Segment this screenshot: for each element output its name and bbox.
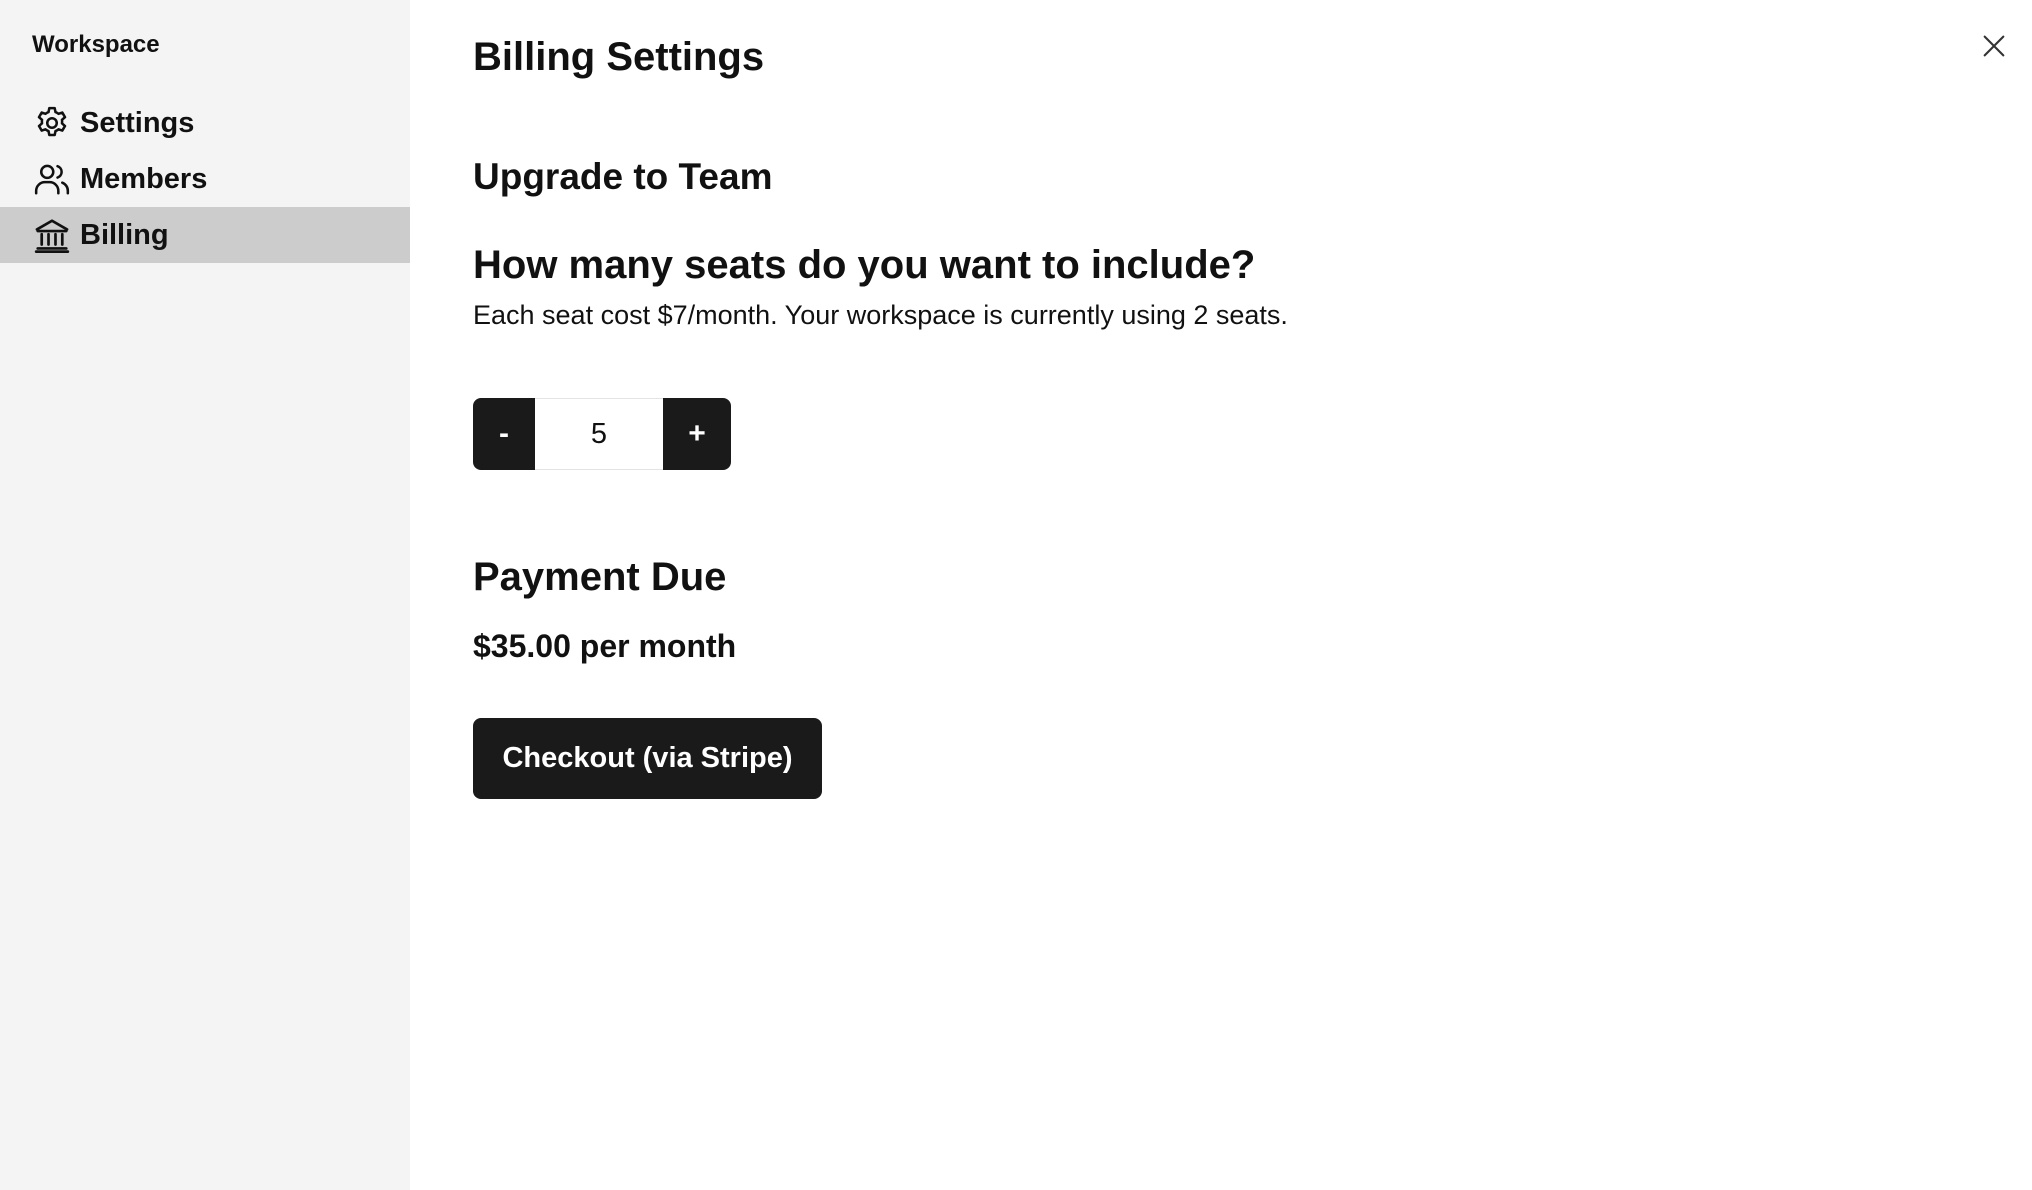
payment-due-title: Payment Due [473,555,727,599]
sidebar-item-label: Settings [80,107,195,139]
sidebar-item-billing[interactable]: Billing [0,207,410,263]
page-title: Billing Settings [473,35,765,79]
seats-stepper: - + [473,398,731,470]
workspace-label: Workspace [32,31,160,58]
bank-icon [32,215,72,255]
app-root: Workspace Settings Members Billing Billi… [0,0,2032,1190]
seats-question: How many seats do you want to include? [473,243,1256,287]
seats-input[interactable] [535,398,663,470]
seats-description: Each seat cost $7/month. Your workspace … [473,300,1288,330]
checkout-button[interactable]: Checkout (via Stripe) [473,718,822,799]
increment-seats-button[interactable]: + [663,398,731,470]
sidebar: Workspace Settings Members Billing [0,0,410,1190]
sidebar-nav: Settings Members Billing [0,95,410,263]
decrement-seats-button[interactable]: - [473,398,535,470]
close-button[interactable] [1978,30,2010,62]
sidebar-item-members[interactable]: Members [0,151,410,207]
sidebar-item-label: Members [80,163,208,195]
payment-amount: $35.00 per month [473,628,737,664]
billing-panel: Billing Settings Upgrade to Team How man… [410,0,2032,1190]
users-icon [32,159,72,199]
close-icon [1980,32,2008,60]
sidebar-item-label: Billing [80,219,169,251]
sidebar-item-settings[interactable]: Settings [0,95,410,151]
upgrade-title: Upgrade to Team [473,156,773,197]
gear-icon [32,103,72,143]
